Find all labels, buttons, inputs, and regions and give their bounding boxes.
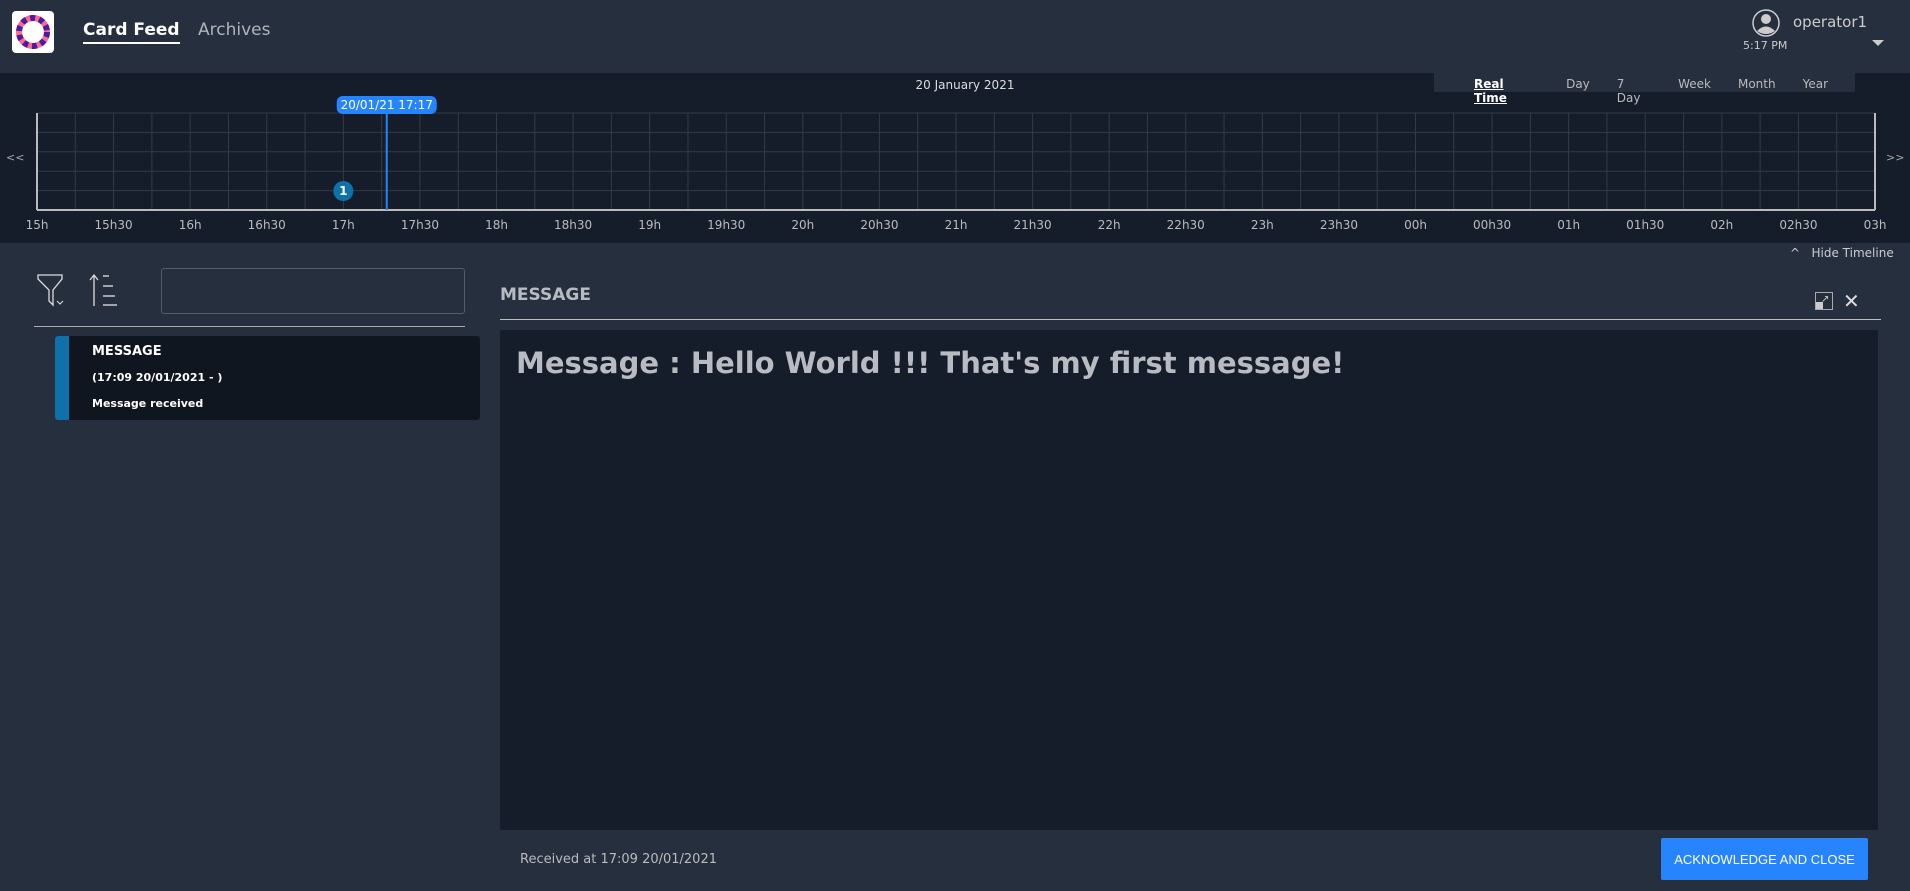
period-7-day[interactable]: 7 Day <box>1617 73 1651 105</box>
bubble-count: 1 <box>339 184 347 198</box>
tick-label: 21h30 <box>1014 218 1052 232</box>
app-logo[interactable] <box>12 11 54 53</box>
card-detail-body: Message : Hello World !!! That's my firs… <box>500 330 1878 830</box>
acknowledge-close-button[interactable]: ACKNOWLEDGE AND CLOSE <box>1661 838 1868 880</box>
divider <box>34 326 465 327</box>
tick-label: 23h <box>1251 218 1274 232</box>
clock: 5:17 PM <box>1743 39 1788 52</box>
hide-timeline-label: Hide Timeline <box>1811 246 1894 260</box>
period-day[interactable]: Day <box>1566 73 1590 92</box>
user-avatar-icon[interactable] <box>1752 9 1780 37</box>
timeline-next-button[interactable]: >> <box>1886 151 1904 164</box>
tick-label: 16h <box>179 218 202 232</box>
tick-label: 21h <box>945 218 968 232</box>
tick-label: 20h30 <box>860 218 898 232</box>
expand-icon[interactable]: ↗ <box>1815 292 1833 310</box>
message-text: Message : Hello World !!! That's my firs… <box>516 346 1345 380</box>
tick-label: 23h30 <box>1320 218 1358 232</box>
tick-label: 00h30 <box>1473 218 1511 232</box>
detail-title: MESSAGE <box>500 285 591 305</box>
tick-label: 22h <box>1098 218 1121 232</box>
sort-icon[interactable] <box>89 272 125 308</box>
divider <box>500 319 1881 320</box>
filter-icon[interactable] <box>36 273 72 309</box>
tick-label: 17h30 <box>401 218 439 232</box>
chevron-up-icon: ^ <box>1790 246 1812 260</box>
period-year[interactable]: Year <box>1803 73 1828 92</box>
card-date: (17:09 20/01/2021 - ) <box>92 371 223 384</box>
tick-label: 00h <box>1404 218 1427 232</box>
period-selector: Real Time Day 7 Day Week Month Year <box>1434 73 1855 105</box>
tick-label: 01h30 <box>1626 218 1664 232</box>
tick-label: 20h <box>791 218 814 232</box>
tick-label: 01h <box>1557 218 1580 232</box>
period-real-time[interactable]: Real Time <box>1474 73 1539 105</box>
card-list-item[interactable]: MESSAGE (17:09 20/01/2021 - ) Message re… <box>55 336 480 420</box>
search-input[interactable] <box>161 268 465 314</box>
tick-label: 03h <box>1864 218 1887 232</box>
tick-label: 15h <box>26 218 49 232</box>
tick-label: 22h30 <box>1167 218 1205 232</box>
tick-label: 18h <box>485 218 508 232</box>
tick-label: 17h <box>332 218 355 232</box>
nav-card-feed[interactable]: Card Feed <box>83 20 180 44</box>
card-title: MESSAGE <box>92 344 162 359</box>
nav-archives[interactable]: Archives <box>198 20 270 40</box>
tick-label: 02h30 <box>1779 218 1817 232</box>
now-label: 20/01/21 17:17 <box>341 98 433 112</box>
tick-label: 19h <box>638 218 661 232</box>
timeline: 15h 15h30 16h 16h30 17h 17h30 18h 18h30 19h 19h30… <box>0 73 1910 243</box>
period-week[interactable]: Week <box>1678 73 1711 92</box>
tick-label: 16h30 <box>248 218 286 232</box>
tick-label: 18h30 <box>554 218 592 232</box>
tick-label: 19h30 <box>707 218 745 232</box>
tick-label: 15h30 <box>95 218 133 232</box>
period-month[interactable]: Month <box>1738 73 1776 92</box>
user-name[interactable]: operator1 <box>1793 13 1867 31</box>
card-severity-bar <box>55 336 69 420</box>
hide-timeline-button[interactable]: ^ Hide Timeline <box>1790 246 1894 260</box>
header: Card Feed Archives operator1 5:17 PM <box>0 0 1910 73</box>
tick-label: 02h <box>1710 218 1733 232</box>
close-icon[interactable]: ✕ <box>1843 289 1860 313</box>
received-at: Received at 17:09 20/01/2021 <box>520 852 717 867</box>
user-menu-caret-icon[interactable] <box>1872 40 1884 46</box>
card-summary: Message received <box>92 397 204 410</box>
timeline-prev-button[interactable]: << <box>6 151 24 164</box>
